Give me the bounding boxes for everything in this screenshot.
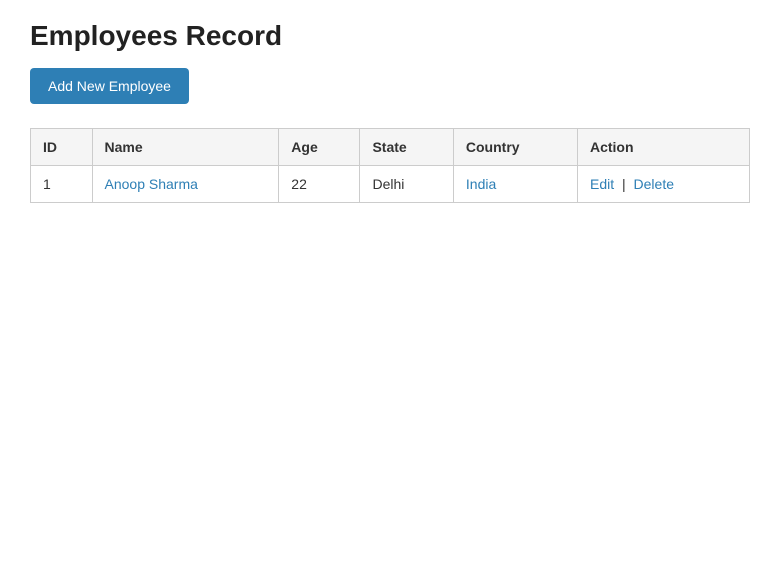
cell-action: Edit | Delete xyxy=(577,166,749,203)
delete-link[interactable]: Delete xyxy=(634,176,674,192)
employee-name-link[interactable]: Anoop Sharma xyxy=(105,176,198,192)
column-header-state: State xyxy=(360,129,453,166)
country-link[interactable]: India xyxy=(466,176,496,192)
cell-name: Anoop Sharma xyxy=(92,166,279,203)
column-header-action: Action xyxy=(577,129,749,166)
column-header-country: Country xyxy=(453,129,577,166)
cell-age: 22 xyxy=(279,166,360,203)
add-new-employee-button[interactable]: Add New Employee xyxy=(30,68,189,104)
edit-link[interactable]: Edit xyxy=(590,176,614,192)
column-header-name: Name xyxy=(92,129,279,166)
cell-id: 1 xyxy=(31,166,93,203)
table-row: 1 Anoop Sharma 22Delhi India Edit | Delete xyxy=(31,166,750,203)
column-header-age: Age xyxy=(279,129,360,166)
table-header: ID Name Age State Country Action xyxy=(31,129,750,166)
cell-state: Delhi xyxy=(360,166,453,203)
column-header-id: ID xyxy=(31,129,93,166)
action-separator: | xyxy=(618,176,629,192)
page-title: Employees Record xyxy=(30,20,754,52)
table-header-row: ID Name Age State Country Action xyxy=(31,129,750,166)
cell-country: India xyxy=(453,166,577,203)
table-body: 1 Anoop Sharma 22Delhi India Edit | Delete xyxy=(31,166,750,203)
employees-table: ID Name Age State Country Action 1 Anoop … xyxy=(30,128,750,203)
